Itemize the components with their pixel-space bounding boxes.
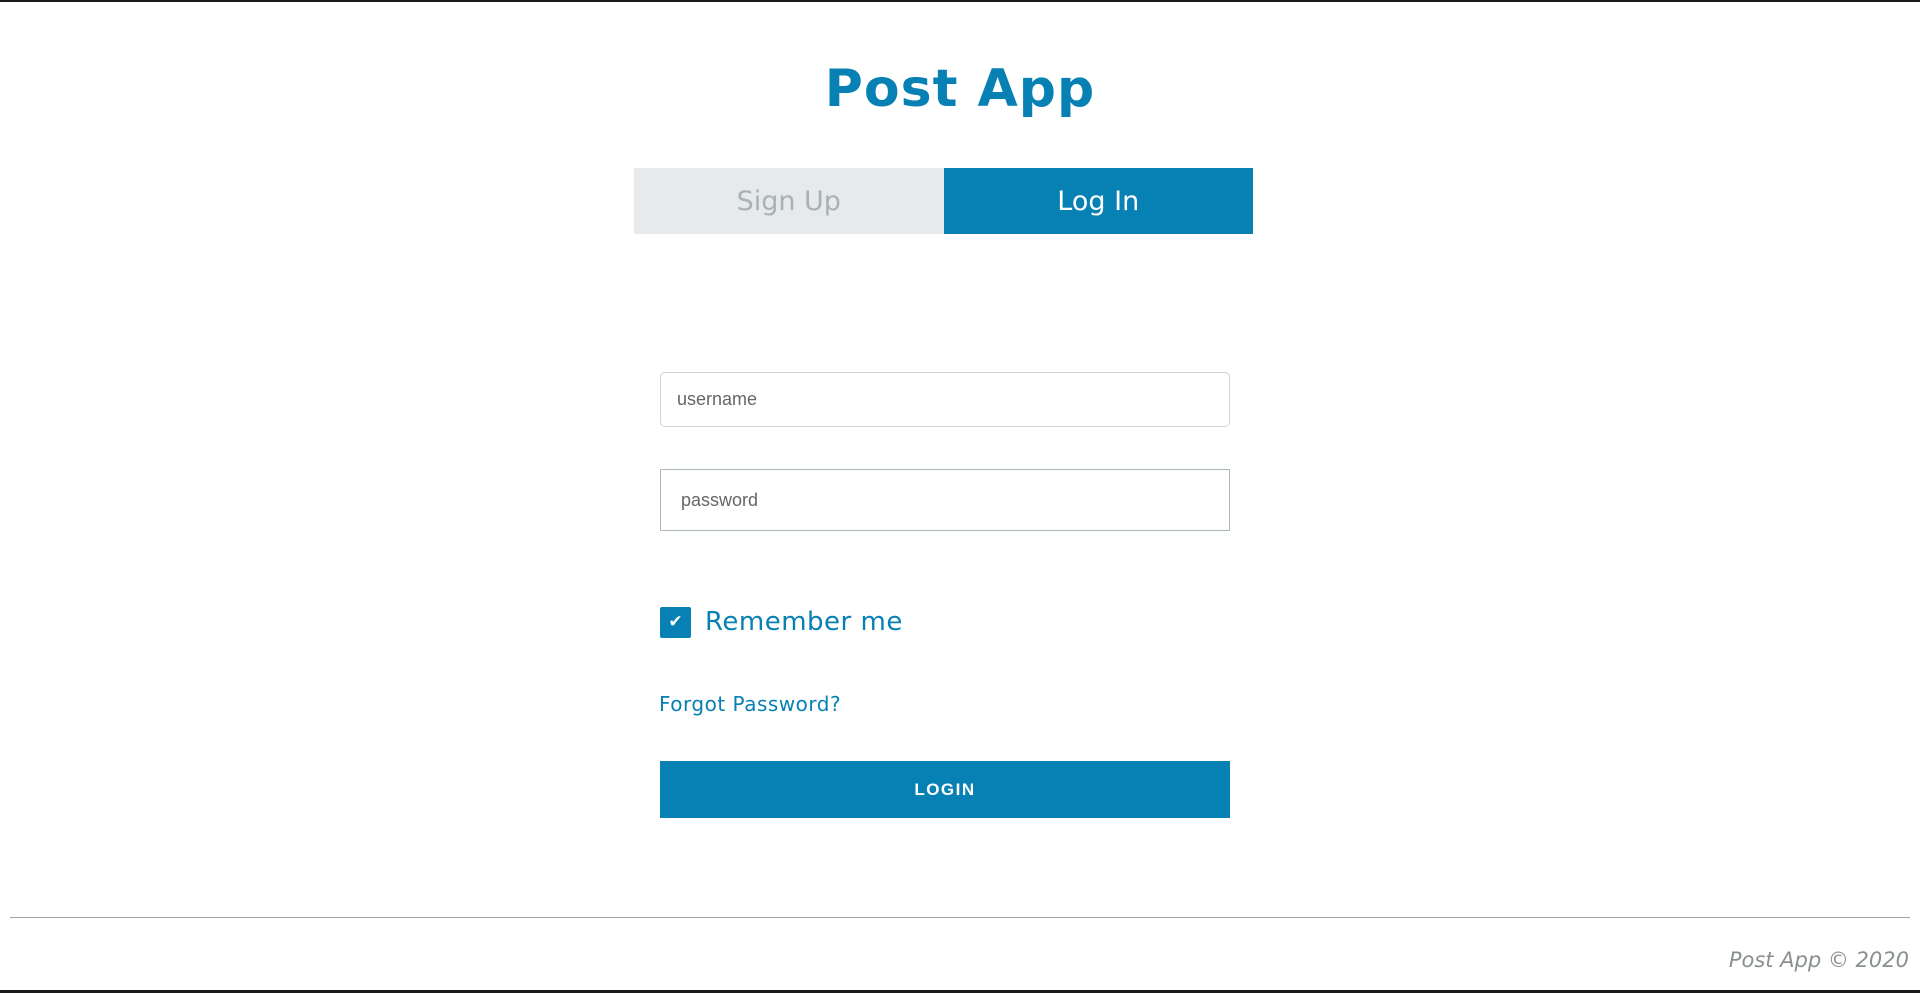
- forgot-password-link[interactable]: Forgot Password?: [659, 692, 841, 716]
- login-button[interactable]: LOGIN: [660, 761, 1230, 818]
- username-input[interactable]: [660, 372, 1230, 427]
- remember-me-checkbox[interactable]: ✔ Remember me: [660, 606, 903, 638]
- remember-me-label: Remember me: [705, 607, 903, 637]
- tab-sign-up[interactable]: Sign Up: [634, 168, 944, 234]
- password-input[interactable]: [660, 469, 1230, 531]
- checkmark-icon[interactable]: ✔: [660, 606, 691, 638]
- tab-log-in[interactable]: Log In: [943, 168, 1253, 234]
- auth-tabs: Sign Up Log In: [634, 168, 1253, 234]
- footer-divider: [10, 917, 1910, 918]
- window-top-border: [0, 0, 1920, 2]
- app-title: Post App: [824, 59, 1096, 119]
- footer-copyright: Post App © 2020: [1728, 948, 1909, 972]
